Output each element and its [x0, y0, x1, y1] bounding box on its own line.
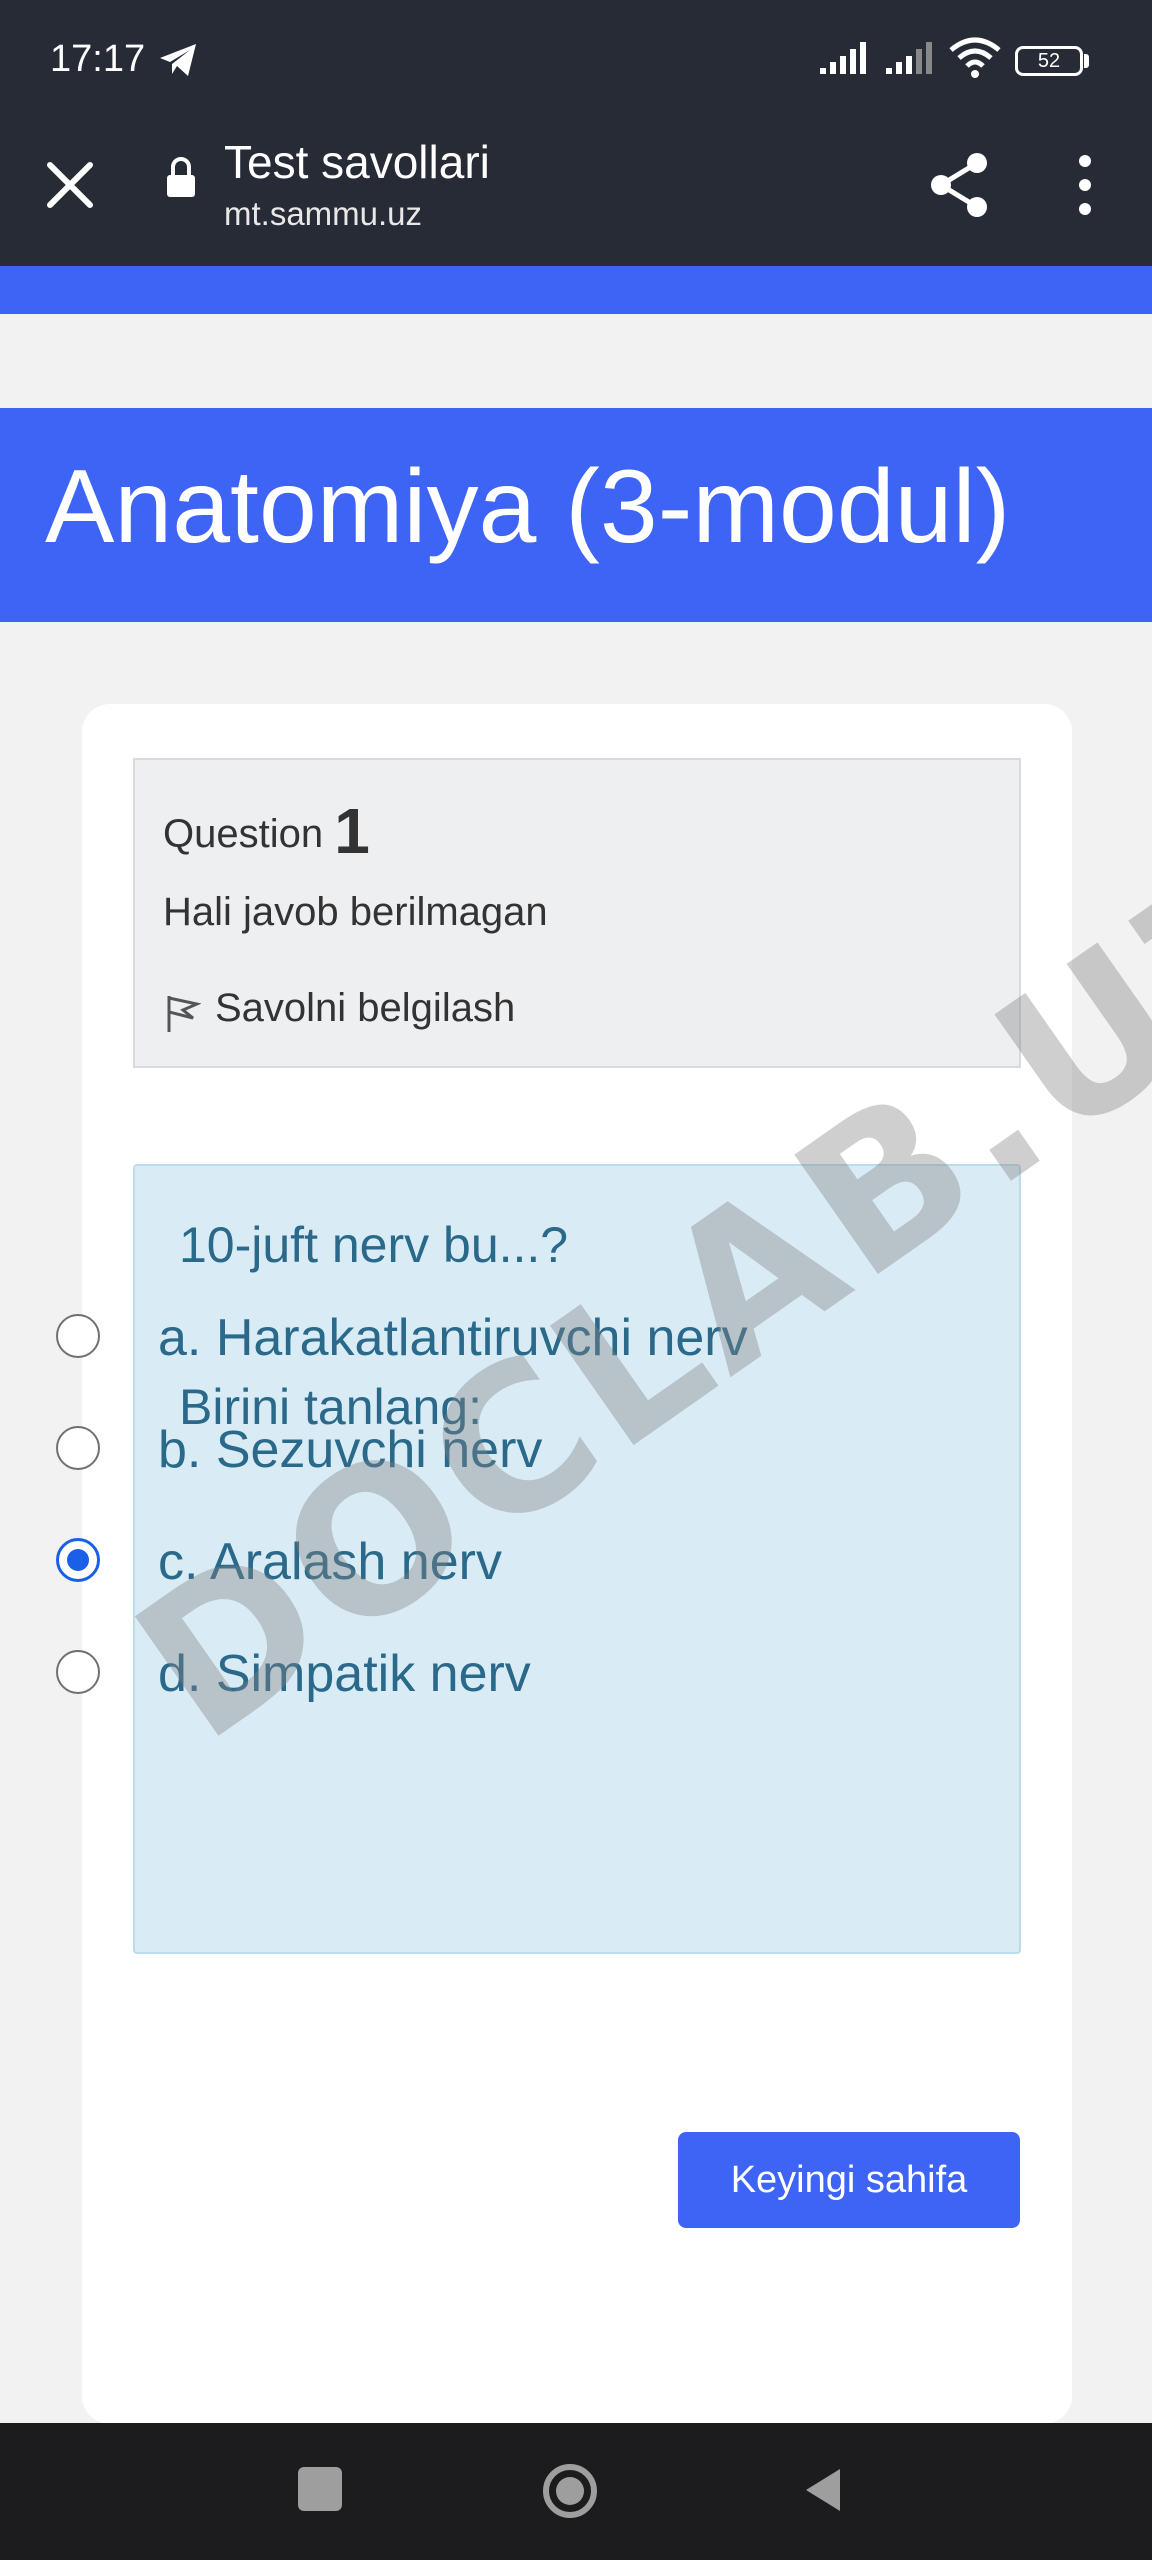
radio-button[interactable]	[56, 1314, 100, 1358]
browser-url[interactable]: mt.sammu.uz	[224, 195, 422, 233]
status-bar: 17:17 52	[0, 0, 1152, 125]
site-header-strip	[0, 266, 1152, 314]
browser-page-title: Test savollari	[224, 136, 490, 188]
question-info-box: Question 1 Hali javob berilmagan Savolni…	[133, 758, 1021, 1068]
battery-icon: 52	[1015, 46, 1083, 76]
share-icon[interactable]	[925, 147, 995, 223]
course-title: Anatomiya (3-modul)	[45, 449, 1011, 565]
telegram-icon	[160, 44, 196, 76]
radio-button-selected[interactable]	[56, 1538, 100, 1582]
signal-icon	[820, 42, 866, 74]
close-icon[interactable]	[40, 155, 100, 215]
system-nav-bar	[0, 2423, 1152, 2560]
question-text: 10-juft nerv bu...?	[179, 1217, 569, 1273]
next-page-button[interactable]: Keyingi sahifa	[678, 2132, 1020, 2228]
course-banner: Anatomiya (3-modul)	[0, 408, 1152, 622]
question-status: Hali javob berilmagan	[163, 890, 548, 934]
question-label-text: Question	[163, 812, 324, 856]
flag-question-text: Savolni belgilash	[215, 986, 516, 1030]
browser-toolbar: Test savollari mt.sammu.uz	[0, 125, 1152, 266]
radio-button[interactable]	[56, 1650, 100, 1694]
question-label: Question 1	[163, 794, 370, 868]
recents-icon[interactable]	[298, 2467, 342, 2511]
flag-icon	[167, 996, 201, 1032]
home-icon[interactable]	[540, 2461, 600, 2521]
back-icon[interactable]	[800, 2465, 846, 2515]
battery-level: 52	[1037, 50, 1061, 72]
battery-tip	[1084, 54, 1089, 68]
wifi-icon	[949, 37, 1001, 78]
signal-icon	[886, 42, 932, 74]
status-time: 17:17	[50, 38, 146, 80]
lock-icon	[167, 157, 195, 197]
more-vert-icon[interactable]	[1060, 147, 1110, 223]
radio-button[interactable]	[56, 1426, 100, 1470]
question-number: 1	[334, 795, 370, 867]
